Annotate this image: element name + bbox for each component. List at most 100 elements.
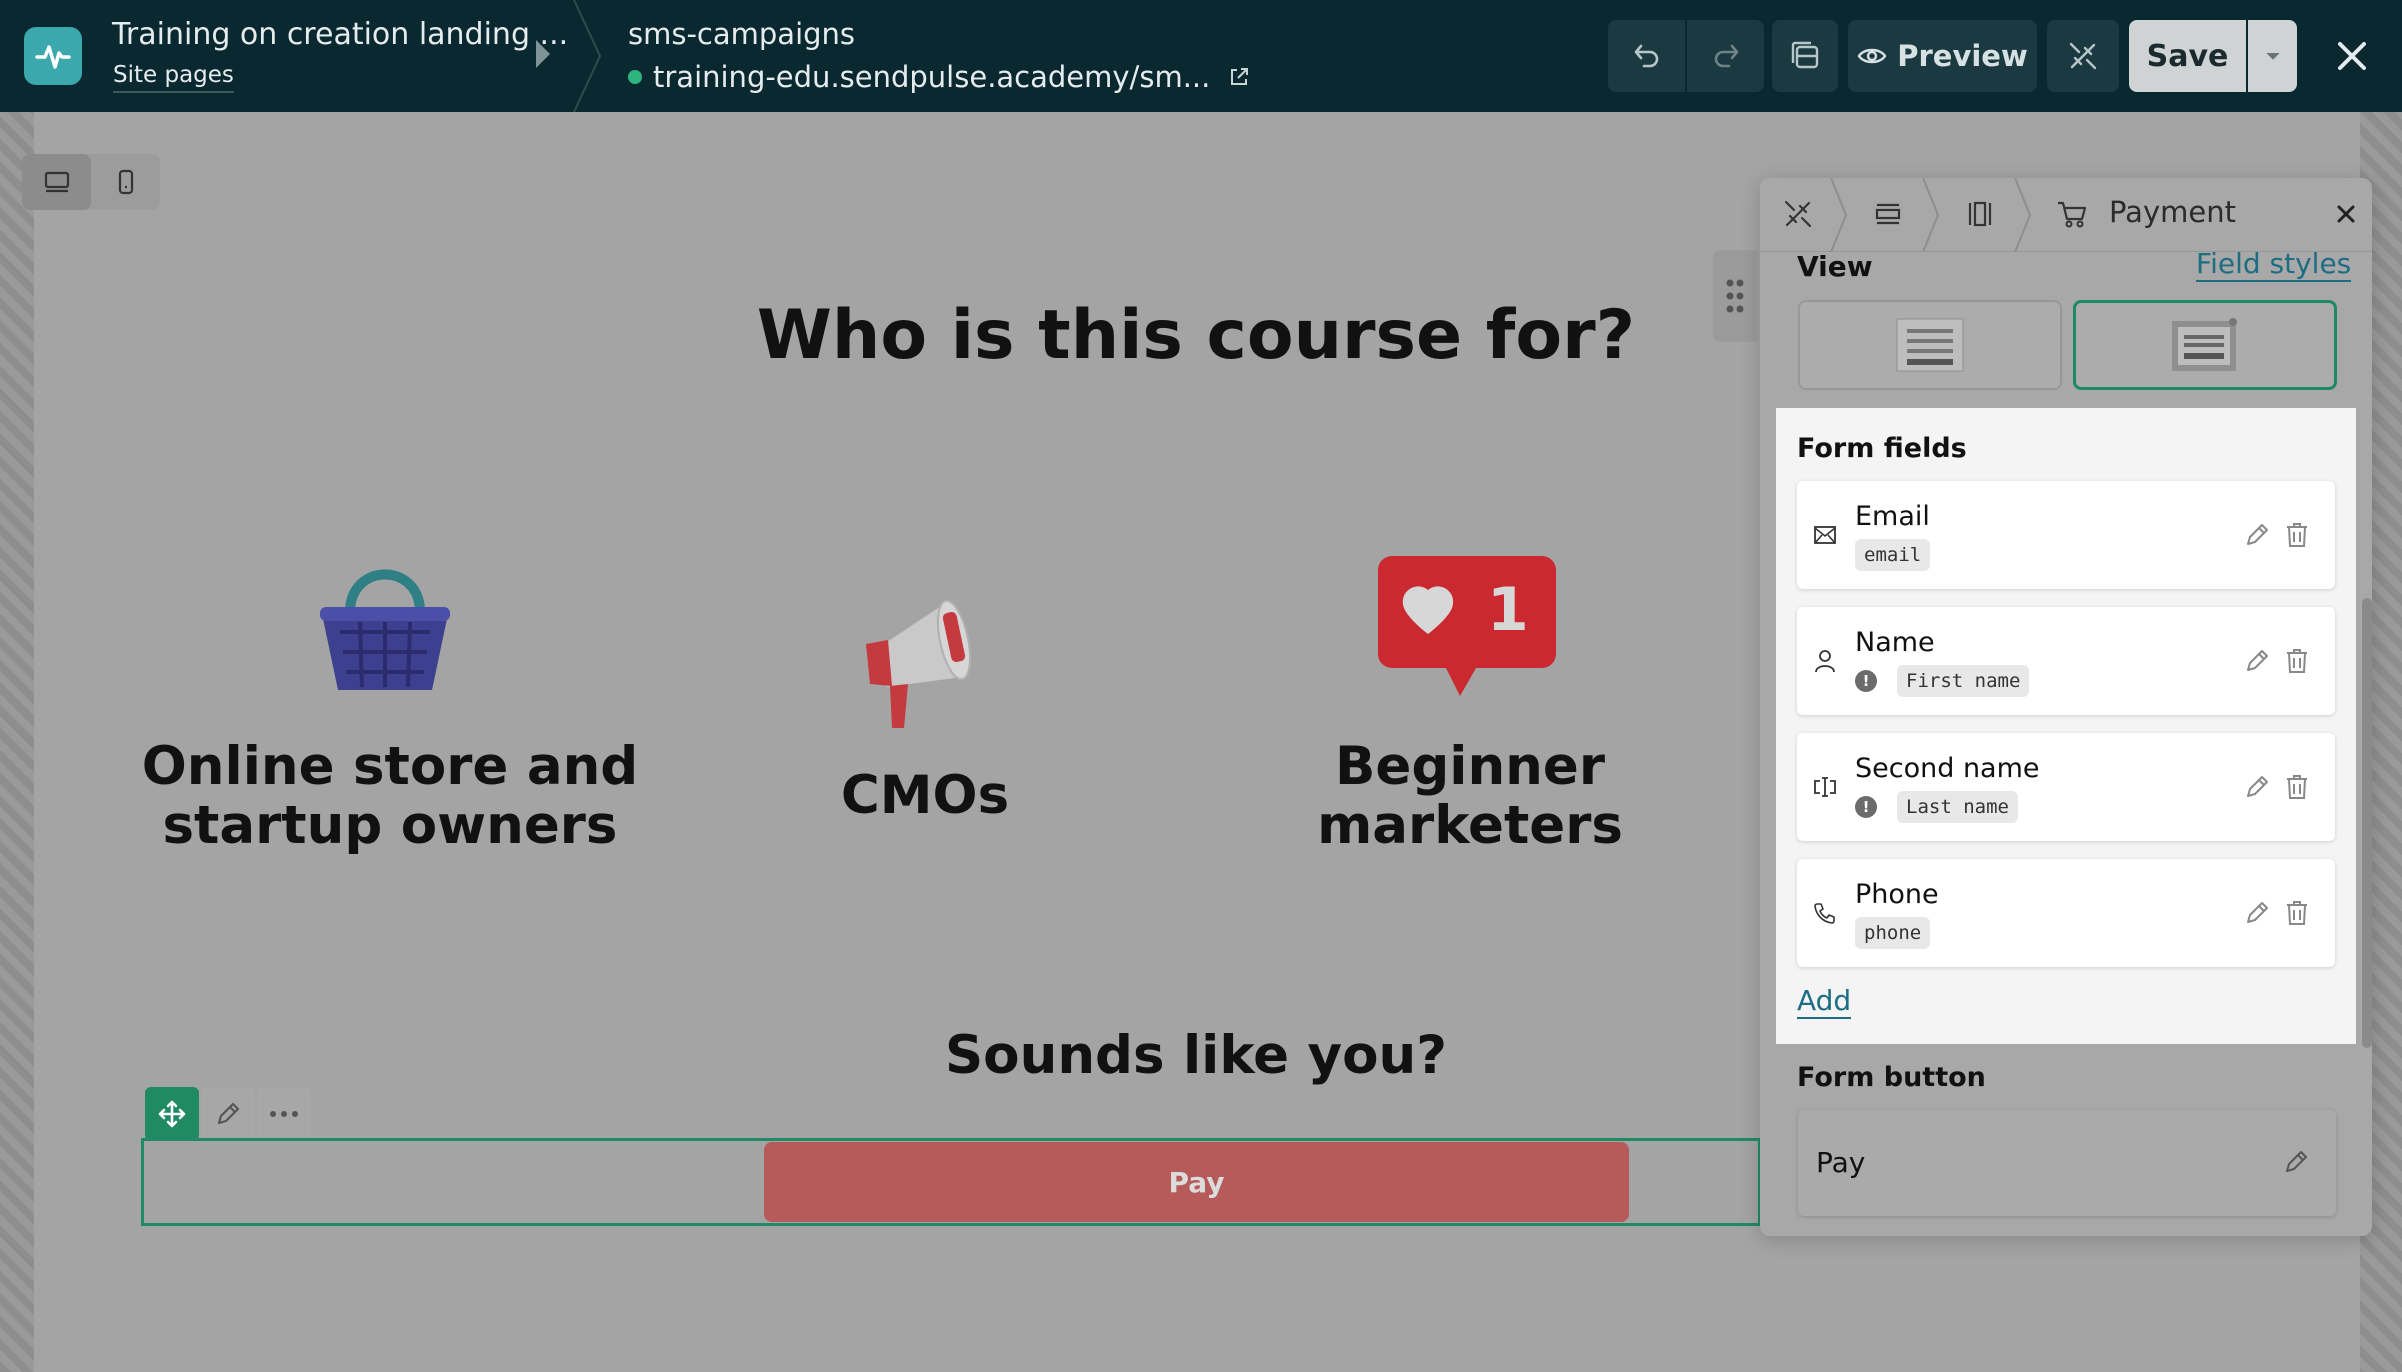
form-button-title: Form button <box>1797 1062 1986 1093</box>
edit-field-button[interactable] <box>2241 519 2273 551</box>
top-bar: Training on creation landing ... Site pa… <box>0 0 2402 112</box>
layers-button[interactable] <box>1772 20 1838 92</box>
pulse-icon <box>35 45 71 69</box>
view-option-plain[interactable] <box>1798 300 2062 390</box>
delete-field-button[interactable] <box>2281 897 2313 929</box>
field-name: Email <box>1855 501 1930 532</box>
preview-label: Preview <box>1897 39 2028 73</box>
redo-icon <box>1714 44 1738 68</box>
add-field-link[interactable]: Add <box>1797 985 1852 1019</box>
form-button-card[interactable]: Pay <box>1798 1110 2336 1216</box>
design-tools-button[interactable] <box>2047 20 2119 92</box>
ellipsis-icon <box>270 1111 298 1117</box>
view-option-card[interactable] <box>2073 300 2337 390</box>
panel-breadcrumb: Payment <box>1760 178 2372 252</box>
delete-field-button[interactable] <box>2281 645 2313 677</box>
device-toggle <box>22 154 160 210</box>
field-variable-tag: phone <box>1855 917 1931 949</box>
form-layout-card-icon <box>2172 318 2237 371</box>
column-crumb[interactable] <box>1962 196 1998 232</box>
audience-label: CMOs <box>840 765 1010 826</box>
audience-label: marketers <box>1317 795 1623 857</box>
panel-scrollbar[interactable] <box>2362 598 2372 1048</box>
person-icon <box>1811 647 1839 675</box>
save-options-dropdown[interactable] <box>2248 20 2297 92</box>
edit-field-button[interactable] <box>2241 645 2273 677</box>
layers-icon <box>1791 41 1819 69</box>
more-options-button[interactable] <box>257 1087 311 1141</box>
pencil-icon <box>2286 1151 2307 1172</box>
field-styles-link[interactable]: Field styles <box>2196 248 2352 282</box>
panel-drag-handle[interactable] <box>1713 250 1757 342</box>
page-url[interactable]: training-edu.sendpulse.academy/sm... <box>628 60 1250 94</box>
svg-text:1: 1 <box>1487 575 1529 645</box>
megaphone-icon <box>866 599 972 728</box>
required-warning-icon: ! <box>1855 796 1877 818</box>
column-icon <box>1968 201 1992 227</box>
edit-field-button[interactable] <box>2241 771 2273 803</box>
site-pages-link[interactable]: Site pages <box>113 62 234 93</box>
payment-crumb[interactable] <box>2054 196 2090 232</box>
form-layout-plain-icon <box>1896 318 1964 372</box>
external-link-icon[interactable] <box>1228 66 1250 88</box>
required-warning-icon: ! <box>1855 670 1877 692</box>
close-editor-button[interactable] <box>2327 28 2377 84</box>
undo-button[interactable] <box>1608 20 1685 92</box>
field-card-phone[interactable]: Phone phone <box>1797 859 2335 967</box>
form-button-label: Pay <box>1816 1146 1866 1179</box>
chevron-down-icon <box>2266 52 2279 60</box>
brush-ruler-icon <box>1784 200 1812 228</box>
field-variable-tag: First name <box>1897 665 2030 697</box>
page-url-text: training-edu.sendpulse.academy/sm... <box>653 60 1211 94</box>
trash-icon <box>2287 901 2307 925</box>
like-notification-icon: 1 <box>1378 556 1556 696</box>
mobile-view-button[interactable] <box>91 154 160 210</box>
breadcrumb-separator <box>2014 178 2032 252</box>
audience-label: startup owners <box>162 795 618 857</box>
field-variable-tag: email <box>1855 539 1931 571</box>
delete-field-button[interactable] <box>2281 771 2313 803</box>
edit-block-button[interactable] <box>201 1087 255 1141</box>
text-cursor-icon <box>1811 773 1839 801</box>
desktop-icon <box>44 171 69 193</box>
breadcrumb-arrow-icon[interactable] <box>536 40 550 68</box>
field-card-second-name[interactable]: Second name ! Last name <box>1797 733 2335 841</box>
panel-title: Payment <box>2109 195 2236 229</box>
field-variable-tag: Last name <box>1897 791 2018 823</box>
pencil-icon <box>2247 776 2268 797</box>
field-card-email[interactable]: Email email <box>1797 481 2335 589</box>
app-logo[interactable] <box>24 27 82 85</box>
section-crumb[interactable] <box>1870 196 1906 232</box>
audience-label: Online store and <box>141 736 639 797</box>
trash-icon <box>2287 523 2307 547</box>
pay-button[interactable]: Pay <box>764 1142 1629 1222</box>
delete-field-button[interactable] <box>2281 519 2313 551</box>
cart-icon <box>2058 201 2087 228</box>
preview-button[interactable]: Preview <box>1848 20 2037 92</box>
form-fields-section: Form fields Email email Name ! First nam… <box>1776 408 2356 1044</box>
block-toolbar <box>145 1087 311 1141</box>
project-title[interactable]: Training on creation landing ... <box>112 17 568 52</box>
save-button[interactable]: Save <box>2129 20 2246 92</box>
move-block-button[interactable] <box>145 1087 199 1141</box>
redo-button[interactable] <box>1687 20 1764 92</box>
close-panel-button[interactable] <box>2328 196 2364 232</box>
field-card-name[interactable]: Name ! First name <box>1797 607 2335 715</box>
shopping-basket-icon <box>320 569 450 690</box>
breadcrumb-divider <box>573 0 602 112</box>
pencil-icon <box>2247 650 2268 671</box>
desktop-view-button[interactable] <box>22 154 91 210</box>
edit-field-button[interactable] <box>2241 897 2273 929</box>
trash-icon <box>2287 775 2307 799</box>
pencil-icon <box>217 1102 240 1125</box>
published-status-dot <box>628 70 642 84</box>
close-icon <box>2338 42 2366 70</box>
eye-icon <box>1857 48 1887 64</box>
audience-label: Beginner <box>1335 736 1605 797</box>
field-name: Name <box>1855 627 1935 658</box>
edit-form-button[interactable] <box>2280 1146 2312 1178</box>
page-name: sms-campaigns <box>628 17 856 51</box>
close-icon <box>2337 205 2355 223</box>
design-tools-crumb[interactable] <box>1780 196 1816 232</box>
mobile-icon <box>118 169 133 195</box>
